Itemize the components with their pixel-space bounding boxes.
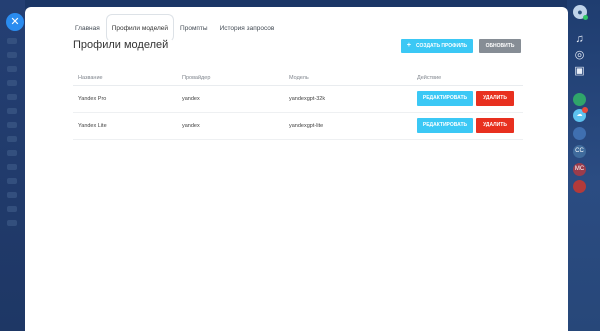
table-row: Yandex Lite yandex yandexgpt-lite Редакт… bbox=[73, 113, 523, 140]
close-slider-button[interactable]: ✕ bbox=[6, 13, 24, 31]
contact-red-icon[interactable] bbox=[573, 180, 586, 193]
contact-mc-icon[interactable]: MC bbox=[573, 163, 586, 176]
header-provider: Провайдер bbox=[182, 75, 211, 81]
profile-model: yandexgpt-32k bbox=[289, 96, 326, 102]
table-header: Название Провайдер Модель Действие bbox=[73, 70, 523, 86]
profile-provider: yandex bbox=[182, 123, 200, 129]
header-action: Действие bbox=[417, 75, 442, 81]
profile-name: Yandex Lite bbox=[78, 123, 107, 129]
tab-model-profiles[interactable]: Профили моделей bbox=[105, 14, 175, 42]
tab-prompts[interactable]: Промпты bbox=[174, 14, 214, 42]
tab-bar: Главная Профили моделей Промпты История … bbox=[69, 14, 280, 42]
close-icon: ✕ bbox=[10, 16, 20, 28]
copilot-icon[interactable]: ◎ bbox=[573, 49, 586, 62]
create-profile-button[interactable]: + Создать профиль bbox=[401, 39, 473, 53]
plus-icon: + bbox=[406, 42, 411, 49]
model-profiles-modal: Главная Профили моделей Промпты История … bbox=[25, 7, 568, 331]
refresh-button[interactable]: Обновить bbox=[479, 39, 521, 53]
profile-name: Yandex Pro bbox=[78, 96, 107, 102]
profile-provider: yandex bbox=[182, 96, 200, 102]
tab-request-history[interactable]: История запросов bbox=[214, 14, 281, 42]
header-name: Название bbox=[78, 75, 103, 81]
edit-button[interactable]: Редактировать bbox=[417, 91, 473, 106]
contact-cc-icon[interactable]: CC bbox=[573, 145, 586, 158]
chat-icon[interactable] bbox=[573, 93, 586, 106]
create-profile-label: Создать профиль bbox=[415, 43, 468, 49]
header-model: Модель bbox=[289, 75, 309, 81]
edit-button[interactable]: Редактировать bbox=[417, 118, 473, 133]
bell-icon[interactable]: ♫ bbox=[573, 33, 586, 46]
delete-button[interactable]: Удалить bbox=[476, 118, 514, 133]
tab-home[interactable]: Главная bbox=[69, 14, 106, 42]
calendar-icon[interactable]: ▣ bbox=[573, 65, 586, 78]
table-row: Yandex Pro yandex yandexgpt-32k Редактир… bbox=[73, 86, 523, 113]
page-title: Профили моделей bbox=[73, 39, 169, 51]
profile-model: yandexgpt-lite bbox=[289, 123, 324, 129]
notification-badge bbox=[582, 107, 588, 113]
online-status-dot bbox=[583, 15, 588, 20]
delete-button[interactable]: Удалить bbox=[476, 91, 514, 106]
group-icon[interactable] bbox=[573, 127, 586, 140]
profiles-table: Название Провайдер Модель Действие Yande… bbox=[73, 70, 523, 140]
background-left-sidebar bbox=[0, 0, 25, 331]
